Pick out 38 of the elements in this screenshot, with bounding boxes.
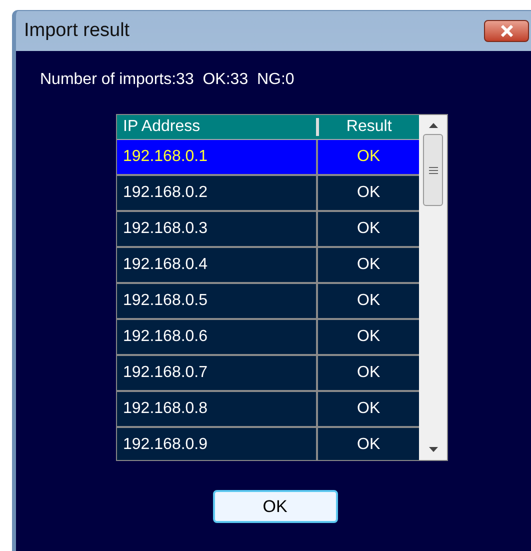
scroll-up-icon[interactable]: [428, 123, 438, 128]
table-row[interactable]: 192.168.0.4 OK: [117, 248, 420, 284]
ip-address-cell: 192.168.0.4: [117, 248, 318, 282]
ok-button[interactable]: OK: [212, 490, 338, 523]
table-row[interactable]: 192.168.0.3 OK: [117, 212, 420, 248]
result-cell-text: OK: [356, 183, 382, 203]
result-cell-text: OK: [356, 255, 382, 275]
table-row[interactable]: 192.168.0.7 OK: [117, 356, 420, 392]
table-row[interactable]: 192.168.0.5 OK: [117, 284, 420, 320]
close-button[interactable]: [484, 20, 529, 42]
grip-icon: [428, 166, 438, 174]
table-row[interactable]: 192.168.0.2 OK: [117, 176, 420, 212]
result-cell-text: OK: [356, 363, 382, 383]
import-summary: Number of imports:33 OK:33 NG:0: [40, 71, 294, 88]
column-header[interactable]: IP Address: [117, 118, 319, 136]
ip-address-cell: 192.168.0.7: [117, 356, 318, 390]
scroll-thumb[interactable]: [423, 134, 443, 206]
result-cell-text: OK: [356, 435, 382, 455]
close-icon: [500, 25, 514, 37]
table-row[interactable]: 192.168.0.1 OK: [117, 140, 420, 176]
result-cell-text: OK: [356, 219, 382, 239]
table-row[interactable]: 192.168.0.6 OK: [117, 320, 420, 356]
ip-address-cell: 192.168.0.1: [117, 140, 318, 174]
ip-address-cell: 192.168.0.9: [117, 428, 318, 460]
result-cell-text: OK: [356, 399, 382, 419]
scroll-down-icon[interactable]: [428, 447, 438, 452]
window-title: Import result: [24, 18, 130, 43]
ip-address-cell: 192.168.0.6: [117, 320, 318, 354]
column-header[interactable]: Result: [319, 115, 420, 139]
scrollbar[interactable]: [419, 115, 447, 460]
ip-address-cell: 192.168.0.8: [117, 392, 318, 426]
table-row[interactable]: 192.168.0.8 OK: [117, 392, 420, 428]
ip-address-cell: 192.168.0.3: [117, 212, 318, 246]
result-cell-text: OK: [356, 291, 382, 311]
result-cell-text: OK: [356, 147, 382, 167]
ip-address-cell: 192.168.0.5: [117, 284, 318, 318]
result-cell-text: OK: [356, 327, 382, 347]
ip-address-cell: 192.168.0.2: [117, 176, 318, 210]
